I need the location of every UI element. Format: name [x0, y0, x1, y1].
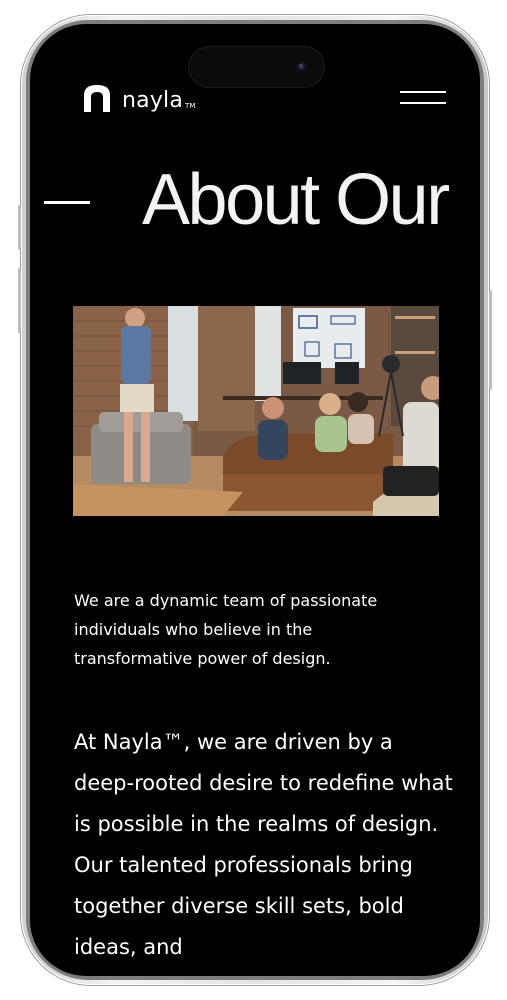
- side-button-right: [489, 290, 492, 390]
- brand-logo[interactable]: nayla TM: [80, 82, 195, 112]
- camera-icon: [296, 61, 307, 72]
- brand-name: nayla: [122, 88, 184, 113]
- phone-screen: nayla TM About Our We are a dynamic team…: [30, 24, 480, 976]
- nayla-logo-icon: [84, 85, 110, 112]
- intro-paragraph: We are a dynamic team of passionate indi…: [74, 591, 378, 668]
- page-title: About Our: [142, 160, 450, 240]
- hero-image: [73, 306, 439, 516]
- heading-dash: [44, 201, 90, 204]
- about-paragraph: At Nayla™, we are driven by a deep-roote…: [74, 730, 453, 959]
- dynamic-island: [189, 47, 324, 87]
- side-button-left-1: [18, 205, 21, 250]
- brand-trademark: TM: [185, 102, 196, 110]
- side-button-left-2: [18, 268, 21, 333]
- team-presentation-photo: [73, 306, 439, 516]
- hamburger-menu-icon[interactable]: [400, 89, 446, 109]
